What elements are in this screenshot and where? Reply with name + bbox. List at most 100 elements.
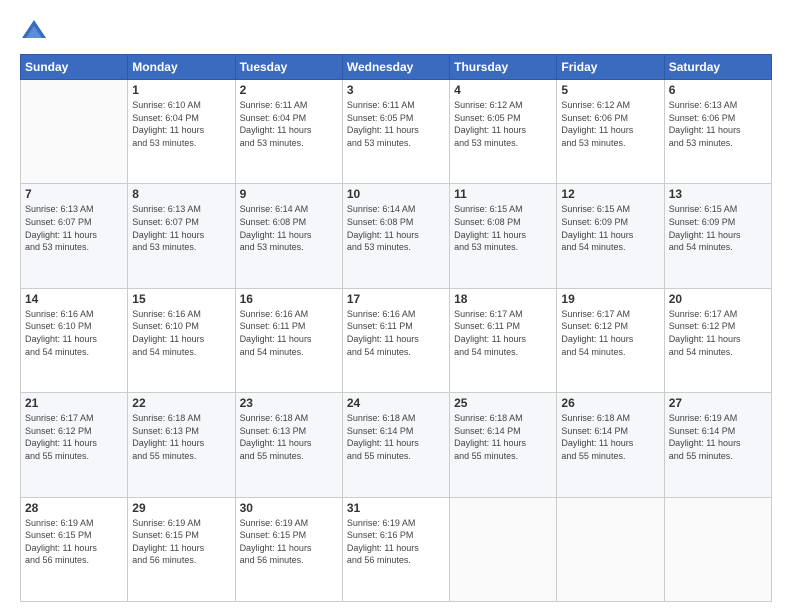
calendar-cell [450,497,557,601]
calendar-cell: 21 Sunrise: 6:17 AM Sunset: 6:12 PM Dayli… [21,393,128,497]
calendar-cell: 31 Sunrise: 6:19 AM Sunset: 6:16 PM Dayli… [342,497,449,601]
day-number: 10 [347,187,445,201]
day-info: Sunrise: 6:16 AM Sunset: 6:10 PM Dayligh… [132,308,230,358]
column-header-monday: Monday [128,55,235,80]
week-row-3: 14Sunrise: 6:16 AM Sunset: 6:10 PM Dayli… [21,288,772,392]
calendar-cell: 2 Sunrise: 6:11 AM Sunset: 6:04 PM Daylig… [235,80,342,184]
column-header-thursday: Thursday [450,55,557,80]
day-number: 23 [240,396,338,410]
day-number: 7 [25,187,123,201]
calendar-cell [21,80,128,184]
column-header-friday: Friday [557,55,664,80]
day-number: 8 [132,187,230,201]
day-info: Sunrise: 6:16 AM Sunset: 6:11 PM Dayligh… [347,308,445,358]
day-number: 26 [561,396,659,410]
calendar-cell: 28 Sunrise: 6:19 AM Sunset: 6:15 PM Dayli… [21,497,128,601]
day-info: Sunrise: 6:12 AM Sunset: 6:05 PM Dayligh… [454,99,552,149]
day-number: 20 [669,292,767,306]
day-number: 1 [132,83,230,97]
day-info: Sunrise: 6:11 AM Sunset: 6:05 PM Dayligh… [347,99,445,149]
day-number: 12 [561,187,659,201]
day-number: 22 [132,396,230,410]
calendar-cell: 5 Sunrise: 6:12 AM Sunset: 6:06 PM Daylig… [557,80,664,184]
day-number: 17 [347,292,445,306]
day-number: 2 [240,83,338,97]
day-number: 3 [347,83,445,97]
calendar-cell: 18 Sunrise: 6:17 AM Sunset: 6:11 PM Dayli… [450,288,557,392]
calendar-header-row: SundayMondayTuesdayWednesdayThursdayFrid… [21,55,772,80]
day-info: Sunrise: 6:17 AM Sunset: 6:12 PM Dayligh… [669,308,767,358]
calendar-cell: 13 Sunrise: 6:15 AM Sunset: 6:09 PM Dayli… [664,184,771,288]
calendar-cell: 15 Sunrise: 6:16 AM Sunset: 6:10 PM Dayli… [128,288,235,392]
calendar-table: SundayMondayTuesdayWednesdayThursdayFrid… [20,54,772,602]
day-info: Sunrise: 6:19 AM Sunset: 6:15 PM Dayligh… [25,517,123,567]
calendar-cell: 23 Sunrise: 6:18 AM Sunset: 6:13 PM Dayli… [235,393,342,497]
day-info: Sunrise: 6:17 AM Sunset: 6:12 PM Dayligh… [561,308,659,358]
calendar-cell: 3 Sunrise: 6:11 AM Sunset: 6:05 PM Daylig… [342,80,449,184]
column-header-saturday: Saturday [664,55,771,80]
day-info: Sunrise: 6:18 AM Sunset: 6:13 PM Dayligh… [132,412,230,462]
day-info: Sunrise: 6:19 AM Sunset: 6:16 PM Dayligh… [347,517,445,567]
calendar-cell: 1 Sunrise: 6:10 AM Sunset: 6:04 PM Daylig… [128,80,235,184]
calendar-cell: 12Sunrise: 6:15 AM Sunset: 6:09 PM Dayli… [557,184,664,288]
calendar-cell: 24 Sunrise: 6:18 AM Sunset: 6:14 PM Dayli… [342,393,449,497]
day-number: 16 [240,292,338,306]
day-info: Sunrise: 6:19 AM Sunset: 6:15 PM Dayligh… [132,517,230,567]
calendar-cell [557,497,664,601]
day-info: Sunrise: 6:14 AM Sunset: 6:08 PM Dayligh… [240,203,338,253]
calendar-cell: 4 Sunrise: 6:12 AM Sunset: 6:05 PM Daylig… [450,80,557,184]
day-info: Sunrise: 6:11 AM Sunset: 6:04 PM Dayligh… [240,99,338,149]
day-number: 28 [25,501,123,515]
column-header-sunday: Sunday [21,55,128,80]
day-number: 27 [669,396,767,410]
day-number: 15 [132,292,230,306]
day-info: Sunrise: 6:19 AM Sunset: 6:14 PM Dayligh… [669,412,767,462]
day-info: Sunrise: 6:17 AM Sunset: 6:11 PM Dayligh… [454,308,552,358]
day-number: 5 [561,83,659,97]
day-number: 4 [454,83,552,97]
day-number: 9 [240,187,338,201]
calendar-cell [664,497,771,601]
calendar-cell: 7 Sunrise: 6:13 AM Sunset: 6:07 PM Daylig… [21,184,128,288]
day-info: Sunrise: 6:12 AM Sunset: 6:06 PM Dayligh… [561,99,659,149]
day-info: Sunrise: 6:15 AM Sunset: 6:09 PM Dayligh… [669,203,767,253]
day-info: Sunrise: 6:18 AM Sunset: 6:14 PM Dayligh… [454,412,552,462]
day-number: 31 [347,501,445,515]
column-header-wednesday: Wednesday [342,55,449,80]
day-info: Sunrise: 6:17 AM Sunset: 6:12 PM Dayligh… [25,412,123,462]
calendar-cell: 25 Sunrise: 6:18 AM Sunset: 6:14 PM Dayli… [450,393,557,497]
week-row-4: 21 Sunrise: 6:17 AM Sunset: 6:12 PM Dayli… [21,393,772,497]
day-number: 24 [347,396,445,410]
day-number: 18 [454,292,552,306]
calendar-cell: 10 Sunrise: 6:14 AM Sunset: 6:08 PM Dayli… [342,184,449,288]
day-info: Sunrise: 6:15 AM Sunset: 6:08 PM Dayligh… [454,203,552,253]
day-info: Sunrise: 6:10 AM Sunset: 6:04 PM Dayligh… [132,99,230,149]
day-info: Sunrise: 6:16 AM Sunset: 6:11 PM Dayligh… [240,308,338,358]
day-info: Sunrise: 6:18 AM Sunset: 6:14 PM Dayligh… [347,412,445,462]
day-info: Sunrise: 6:13 AM Sunset: 6:07 PM Dayligh… [25,203,123,253]
day-number: 6 [669,83,767,97]
column-header-tuesday: Tuesday [235,55,342,80]
day-info: Sunrise: 6:18 AM Sunset: 6:13 PM Dayligh… [240,412,338,462]
calendar-cell: 27 Sunrise: 6:19 AM Sunset: 6:14 PM Dayli… [664,393,771,497]
day-info: Sunrise: 6:13 AM Sunset: 6:06 PM Dayligh… [669,99,767,149]
day-number: 13 [669,187,767,201]
day-number: 25 [454,396,552,410]
day-info: Sunrise: 6:19 AM Sunset: 6:15 PM Dayligh… [240,517,338,567]
day-info: Sunrise: 6:18 AM Sunset: 6:14 PM Dayligh… [561,412,659,462]
calendar-cell: 14Sunrise: 6:16 AM Sunset: 6:10 PM Dayli… [21,288,128,392]
day-number: 11 [454,187,552,201]
calendar-cell: 8 Sunrise: 6:13 AM Sunset: 6:07 PM Daylig… [128,184,235,288]
day-info: Sunrise: 6:16 AM Sunset: 6:10 PM Dayligh… [25,308,123,358]
week-row-1: 1 Sunrise: 6:10 AM Sunset: 6:04 PM Daylig… [21,80,772,184]
calendar-cell: 22 Sunrise: 6:18 AM Sunset: 6:13 PM Dayli… [128,393,235,497]
day-number: 21 [25,396,123,410]
day-info: Sunrise: 6:13 AM Sunset: 6:07 PM Dayligh… [132,203,230,253]
header [20,18,772,46]
calendar-cell: 6 Sunrise: 6:13 AM Sunset: 6:06 PM Daylig… [664,80,771,184]
day-info: Sunrise: 6:14 AM Sunset: 6:08 PM Dayligh… [347,203,445,253]
day-number: 19 [561,292,659,306]
calendar-cell: 30Sunrise: 6:19 AM Sunset: 6:15 PM Dayli… [235,497,342,601]
logo [20,18,52,46]
calendar-cell: 16 Sunrise: 6:16 AM Sunset: 6:11 PM Dayli… [235,288,342,392]
